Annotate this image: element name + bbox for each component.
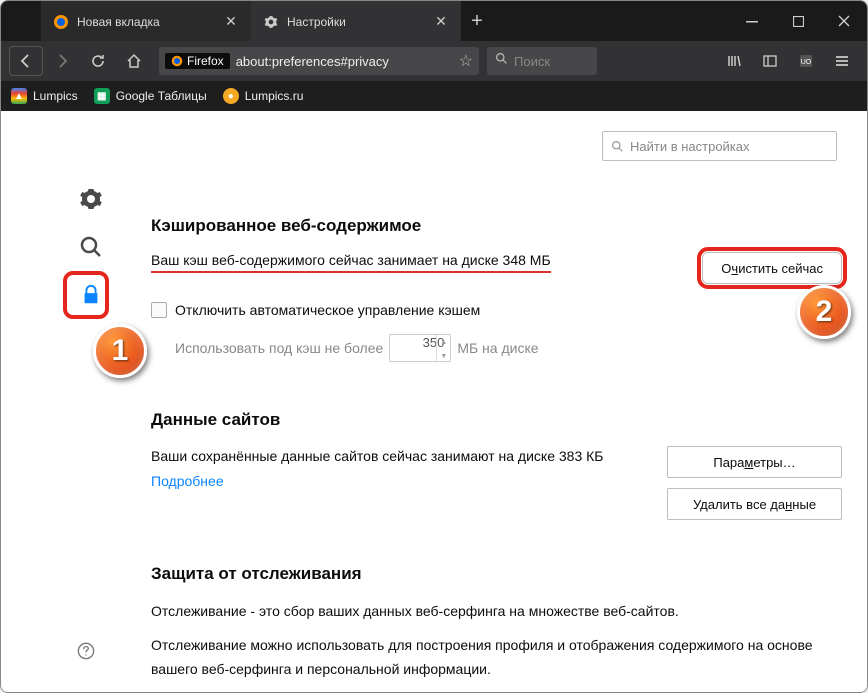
tracking-section: Защита от отслеживания Отслеживание - эт… xyxy=(151,564,842,681)
bookmark-icon: ● xyxy=(223,88,239,104)
menu-button[interactable] xyxy=(825,46,859,76)
tab-settings[interactable]: Настройки ✕ xyxy=(251,1,461,41)
cache-limit-suffix: МБ на диске xyxy=(457,340,538,356)
annotation-badge-1: 1 xyxy=(93,324,147,378)
ublock-icon[interactable]: UO xyxy=(789,46,823,76)
svg-text:UO: UO xyxy=(801,59,812,66)
preferences-content: Найти в настройках Кэшированное веб-соде… xyxy=(1,111,867,692)
sitedata-status-text: Ваши сохранённые данные сайтов сейчас за… xyxy=(151,446,647,467)
back-button[interactable] xyxy=(9,46,43,76)
close-icon[interactable]: ✕ xyxy=(223,14,239,30)
gear-icon xyxy=(263,14,279,30)
checkbox-icon[interactable] xyxy=(151,302,167,318)
sitedata-params-button[interactable]: Параметры… xyxy=(667,446,842,478)
close-icon[interactable]: ✕ xyxy=(433,14,449,30)
annotation-badge-2: 2 xyxy=(797,285,851,339)
cache-section: Кэшированное веб-содержимое Ваш кэш веб-… xyxy=(151,216,842,362)
prefs-main: Кэшированное веб-содержимое Ваш кэш веб-… xyxy=(151,216,842,681)
search-bar[interactable]: Поиск xyxy=(487,47,597,75)
cache-size-input[interactable]: 350 ▲▼ xyxy=(389,334,451,362)
sitedata-section: Данные сайтов Ваши сохранённые данные са… xyxy=(151,410,842,520)
firefox-icon xyxy=(171,55,183,67)
reload-button[interactable] xyxy=(81,46,115,76)
bookmarks-bar: ▲ Lumpics ▦ Google Таблицы ● Lumpics.ru xyxy=(1,81,867,111)
library-icon[interactable] xyxy=(717,46,751,76)
cache-heading: Кэшированное веб-содержимое xyxy=(151,216,842,236)
bookmark-lumpics[interactable]: ▲ Lumpics xyxy=(11,88,78,104)
tab-bar: Новая вкладка ✕ Настройки ✕ + xyxy=(1,1,867,41)
tracking-p1: Отслеживание - это сбор ваших данных веб… xyxy=(151,600,842,624)
nav-toolbar: Firefox about:preferences#privacy ☆ Поис… xyxy=(1,41,867,81)
new-tab-button[interactable]: + xyxy=(461,1,493,41)
prefs-search-placeholder: Найти в настройках xyxy=(630,139,750,154)
stepper-icon[interactable]: ▲▼ xyxy=(436,335,450,363)
search-icon xyxy=(495,52,508,70)
disable-auto-cache-label: Отключить автоматическое управление кэше… xyxy=(175,302,480,318)
url-bar[interactable]: Firefox about:preferences#privacy ☆ xyxy=(159,47,479,75)
bookmark-label: Lumpics.ru xyxy=(245,89,304,103)
prefs-search-input[interactable]: Найти в настройках xyxy=(602,131,837,161)
tracking-p2: Отслеживание можно использовать для пост… xyxy=(151,634,842,682)
firefox-icon xyxy=(53,14,69,30)
maximize-button[interactable] xyxy=(775,1,821,41)
window-controls xyxy=(729,1,867,41)
search-placeholder: Поиск xyxy=(514,54,550,69)
cache-status-text: Ваш кэш веб-содержимого сейчас занимает … xyxy=(151,252,551,273)
bookmark-lumpics-ru[interactable]: ● Lumpics.ru xyxy=(223,88,304,104)
sitedata-more-link[interactable]: Подробнее xyxy=(151,473,224,489)
search-icon xyxy=(611,140,624,153)
url-text: about:preferences#privacy xyxy=(236,54,453,69)
disable-auto-cache-row[interactable]: Отключить автоматическое управление кэше… xyxy=(151,302,842,318)
close-window-button[interactable] xyxy=(821,1,867,41)
bookmark-icon: ▲ xyxy=(11,88,27,104)
cache-limit-prefix: Использовать под кэш не более xyxy=(175,340,383,356)
sidebar-icon[interactable] xyxy=(753,46,787,76)
cache-limit-row: Использовать под кэш не более 350 ▲▼ МБ … xyxy=(151,334,842,362)
identity-label: Firefox xyxy=(187,54,224,68)
minimize-button[interactable] xyxy=(729,1,775,41)
bookmark-icon: ▦ xyxy=(94,88,110,104)
bookmark-label: Google Таблицы xyxy=(116,89,207,103)
bookmark-star-icon[interactable]: ☆ xyxy=(459,51,473,71)
home-button[interactable] xyxy=(117,46,151,76)
tracking-heading: Защита от отслеживания xyxy=(151,564,842,584)
clear-cache-button[interactable]: Очистить сейчас xyxy=(702,252,842,284)
bookmark-google-sheets[interactable]: ▦ Google Таблицы xyxy=(94,88,207,104)
category-general-icon[interactable] xyxy=(78,186,104,212)
category-search-icon[interactable] xyxy=(78,234,104,260)
sitedata-delete-button[interactable]: Удалить все данные xyxy=(667,488,842,520)
tab-label: Новая вкладка xyxy=(77,15,215,29)
browser-window: Новая вкладка ✕ Настройки ✕ + Firefox xyxy=(0,0,868,693)
tab-label: Настройки xyxy=(287,15,425,29)
annotation-highlight-1 xyxy=(63,271,109,319)
forward-button[interactable] xyxy=(45,46,79,76)
tab-new[interactable]: Новая вкладка ✕ xyxy=(41,1,251,41)
identity-box[interactable]: Firefox xyxy=(165,53,230,69)
bookmark-label: Lumpics xyxy=(33,89,78,103)
sitedata-heading: Данные сайтов xyxy=(151,410,842,430)
help-icon[interactable] xyxy=(75,640,97,662)
